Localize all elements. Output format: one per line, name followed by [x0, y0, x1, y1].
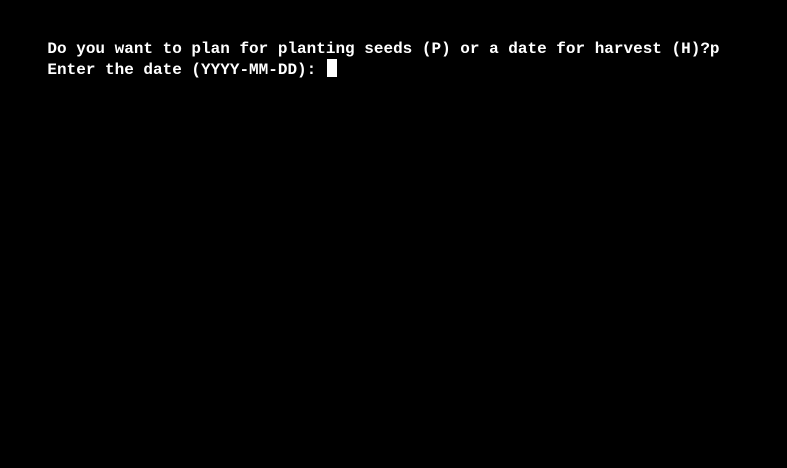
terminal-output-line: Do you want to plan for planting seeds (…: [9, 19, 787, 58]
date-prompt: Enter the date (YYYY-MM-DD):: [47, 61, 326, 79]
planting-or-harvest-prompt: Do you want to plan for planting seeds (…: [47, 40, 720, 58]
terminal-window[interactable]: Do you want to plan for planting seeds (…: [0, 0, 787, 468]
text-cursor[interactable]: [326, 59, 337, 77]
